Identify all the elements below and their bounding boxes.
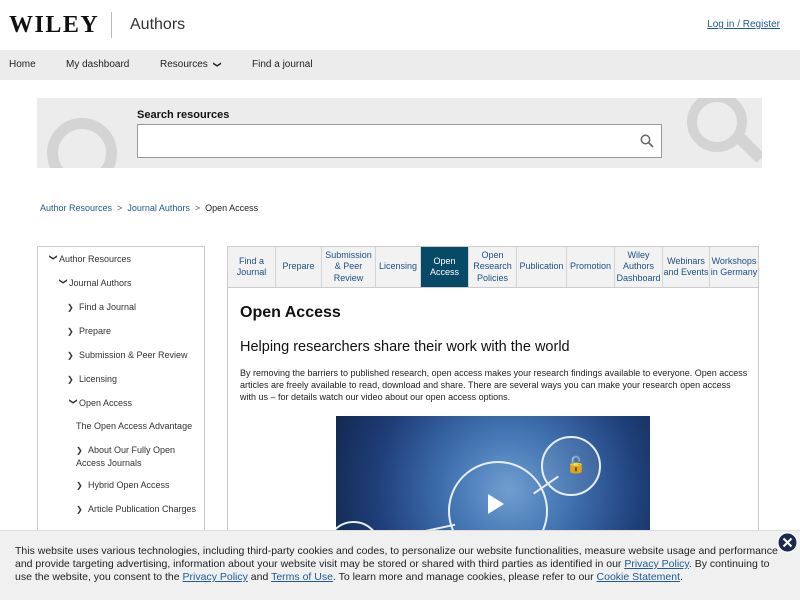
logo-divider <box>111 12 112 38</box>
tab-workshops-in-germany[interactable]: Workshops in Germany <box>710 247 758 287</box>
sidebar-item-author-resources[interactable]: ❯Author Resources <box>47 253 131 266</box>
login-register-link[interactable]: Log in / Register <box>707 19 780 30</box>
tab-publication[interactable]: Publication <box>517 247 567 287</box>
privacy-policy-link[interactable]: Privacy Policy <box>183 571 248 583</box>
site-title[interactable]: Authors <box>130 16 185 34</box>
nav-home[interactable]: Home <box>9 59 36 70</box>
play-icon[interactable] <box>480 490 508 518</box>
sidebar-nav: ❯Author Resources ❯Journal Authors ❯ Find… <box>37 246 205 546</box>
sidebar-item-label: About Our Fully Open Access Journals <box>76 445 176 468</box>
breadcrumb-current: Open Access <box>205 203 259 213</box>
sidebar-item-open-access[interactable]: ❯Open Access <box>67 397 132 410</box>
decorative-magnifier-left <box>47 118 117 168</box>
page-subtitle: Helping researchers share their work wit… <box>240 339 570 355</box>
tab-submission-peer-review[interactable]: Submission & Peer Review <box>322 247 376 287</box>
chevron-right-icon: ❯ <box>76 481 83 490</box>
page-title: Open Access <box>240 304 341 321</box>
sidebar-item-label: Licensing <box>79 374 118 384</box>
top-header: WILEY Authors Log in / Register <box>0 0 800 50</box>
sidebar-item-journal-authors[interactable]: ❯Journal Authors <box>57 277 132 290</box>
search-input[interactable] <box>138 125 661 157</box>
tab-open-research-policies[interactable]: Open Research Policies <box>469 247 517 287</box>
chevron-right-icon: ❯ <box>76 446 83 455</box>
breadcrumb-separator: > <box>194 203 201 213</box>
tab-licensing[interactable]: Licensing <box>376 247 421 287</box>
nav-resources-label: Resources <box>160 59 208 70</box>
search-label: Search resources <box>137 109 230 121</box>
chevron-down-icon: ❯ <box>59 278 68 285</box>
decorative-magnifier-handle <box>735 133 762 163</box>
tab-open-access[interactable]: Open Access <box>421 247 469 287</box>
chevron-down-icon: ❯ <box>49 254 58 261</box>
search-icon[interactable] <box>640 134 654 148</box>
sidebar-item-article-publication-charges[interactable]: ❯ Article Publication Charges <box>76 503 201 516</box>
chevron-right-icon: ❯ <box>67 375 74 384</box>
wiley-logo[interactable]: WILEY <box>9 12 99 39</box>
main-nav: Home My dashboard Resources ❯ Find a jour… <box>0 50 800 80</box>
chevron-down-icon: ❯ <box>212 61 222 68</box>
cookie-banner: This website uses various technologies, … <box>0 530 800 600</box>
sidebar-item-label: Prepare <box>79 326 112 336</box>
breadcrumb-author-resources[interactable]: Author Resources <box>40 203 112 213</box>
cookie-text: . To learn more and manage cookies, plea… <box>332 571 597 583</box>
sidebar-item-fully-open-access-journals[interactable]: ❯ About Our Fully Open Access Journals <box>76 444 201 469</box>
cookie-statement-link[interactable]: Cookie Statement <box>597 571 680 583</box>
close-icon[interactable] <box>777 532 798 553</box>
sidebar-item-submission-peer-review[interactable]: ❯ Submission & Peer Review <box>67 349 188 362</box>
sidebar-item-label: Hybrid Open Access <box>88 480 170 490</box>
privacy-policy-link[interactable]: Privacy Policy <box>624 558 689 570</box>
tab-find-a-journal[interactable]: Find a Journal <box>228 247 276 287</box>
sidebar-item-prepare[interactable]: ❯ Prepare <box>67 325 111 338</box>
sidebar-item-label: Open Access <box>79 398 133 408</box>
breadcrumb-separator: > <box>117 203 123 213</box>
search-field[interactable] <box>137 124 662 158</box>
sidebar-item-label: Find a Journal <box>79 302 137 312</box>
sidebar-item-label: Journal Authors <box>69 278 132 288</box>
tab-prepare[interactable]: Prepare <box>276 247 322 287</box>
cookie-message: This website uses various technologies, … <box>15 545 785 584</box>
sidebar-item-label: Submission & Peer Review <box>79 350 188 360</box>
intro-paragraph: By removing the barriers to published re… <box>240 368 748 402</box>
tab-wiley-authors-dashboard[interactable]: Wiley Authors Dashboard <box>615 247 663 287</box>
chevron-down-icon: ❯ <box>69 398 78 405</box>
sidebar-item-label: Author Resources <box>59 254 132 264</box>
tab-promotion[interactable]: Promotion <box>567 247 615 287</box>
nav-my-dashboard[interactable]: My dashboard <box>66 59 129 70</box>
breadcrumb: Author Resources > Journal Authors > Open Ac… <box>40 203 258 213</box>
sidebar-item-licensing[interactable]: ❯ Licensing <box>67 373 117 386</box>
nav-resources[interactable]: Resources ❯ <box>160 59 222 70</box>
sidebar-item-hybrid-open-access[interactable]: ❯ Hybrid Open Access <box>76 479 201 492</box>
breadcrumb-journal-authors[interactable]: Journal Authors <box>127 203 190 213</box>
sidebar-item-open-access-advantage[interactable]: The Open Access Advantage <box>76 420 201 432</box>
tab-webinars-and-events[interactable]: Webinars and Events <box>663 247 710 287</box>
chevron-right-icon: ❯ <box>76 505 83 514</box>
nav-find-a-journal[interactable]: Find a journal <box>252 59 313 70</box>
cookie-text: . <box>680 571 683 583</box>
terms-of-use-link[interactable]: Terms of Use <box>271 571 333 583</box>
chevron-right-icon: ❯ <box>67 327 74 336</box>
sidebar-item-find-a-journal[interactable]: ❯ Find a Journal <box>67 301 136 314</box>
chevron-right-icon: ❯ <box>67 351 74 360</box>
sidebar-item-label: Article Publication Charges <box>88 504 197 514</box>
open-lock-icon: 🔓 <box>566 457 586 474</box>
chevron-right-icon: ❯ <box>67 303 74 312</box>
section-tabs: Find a Journal Prepare Submission & Peer… <box>227 246 759 288</box>
cookie-text: and <box>247 571 272 583</box>
